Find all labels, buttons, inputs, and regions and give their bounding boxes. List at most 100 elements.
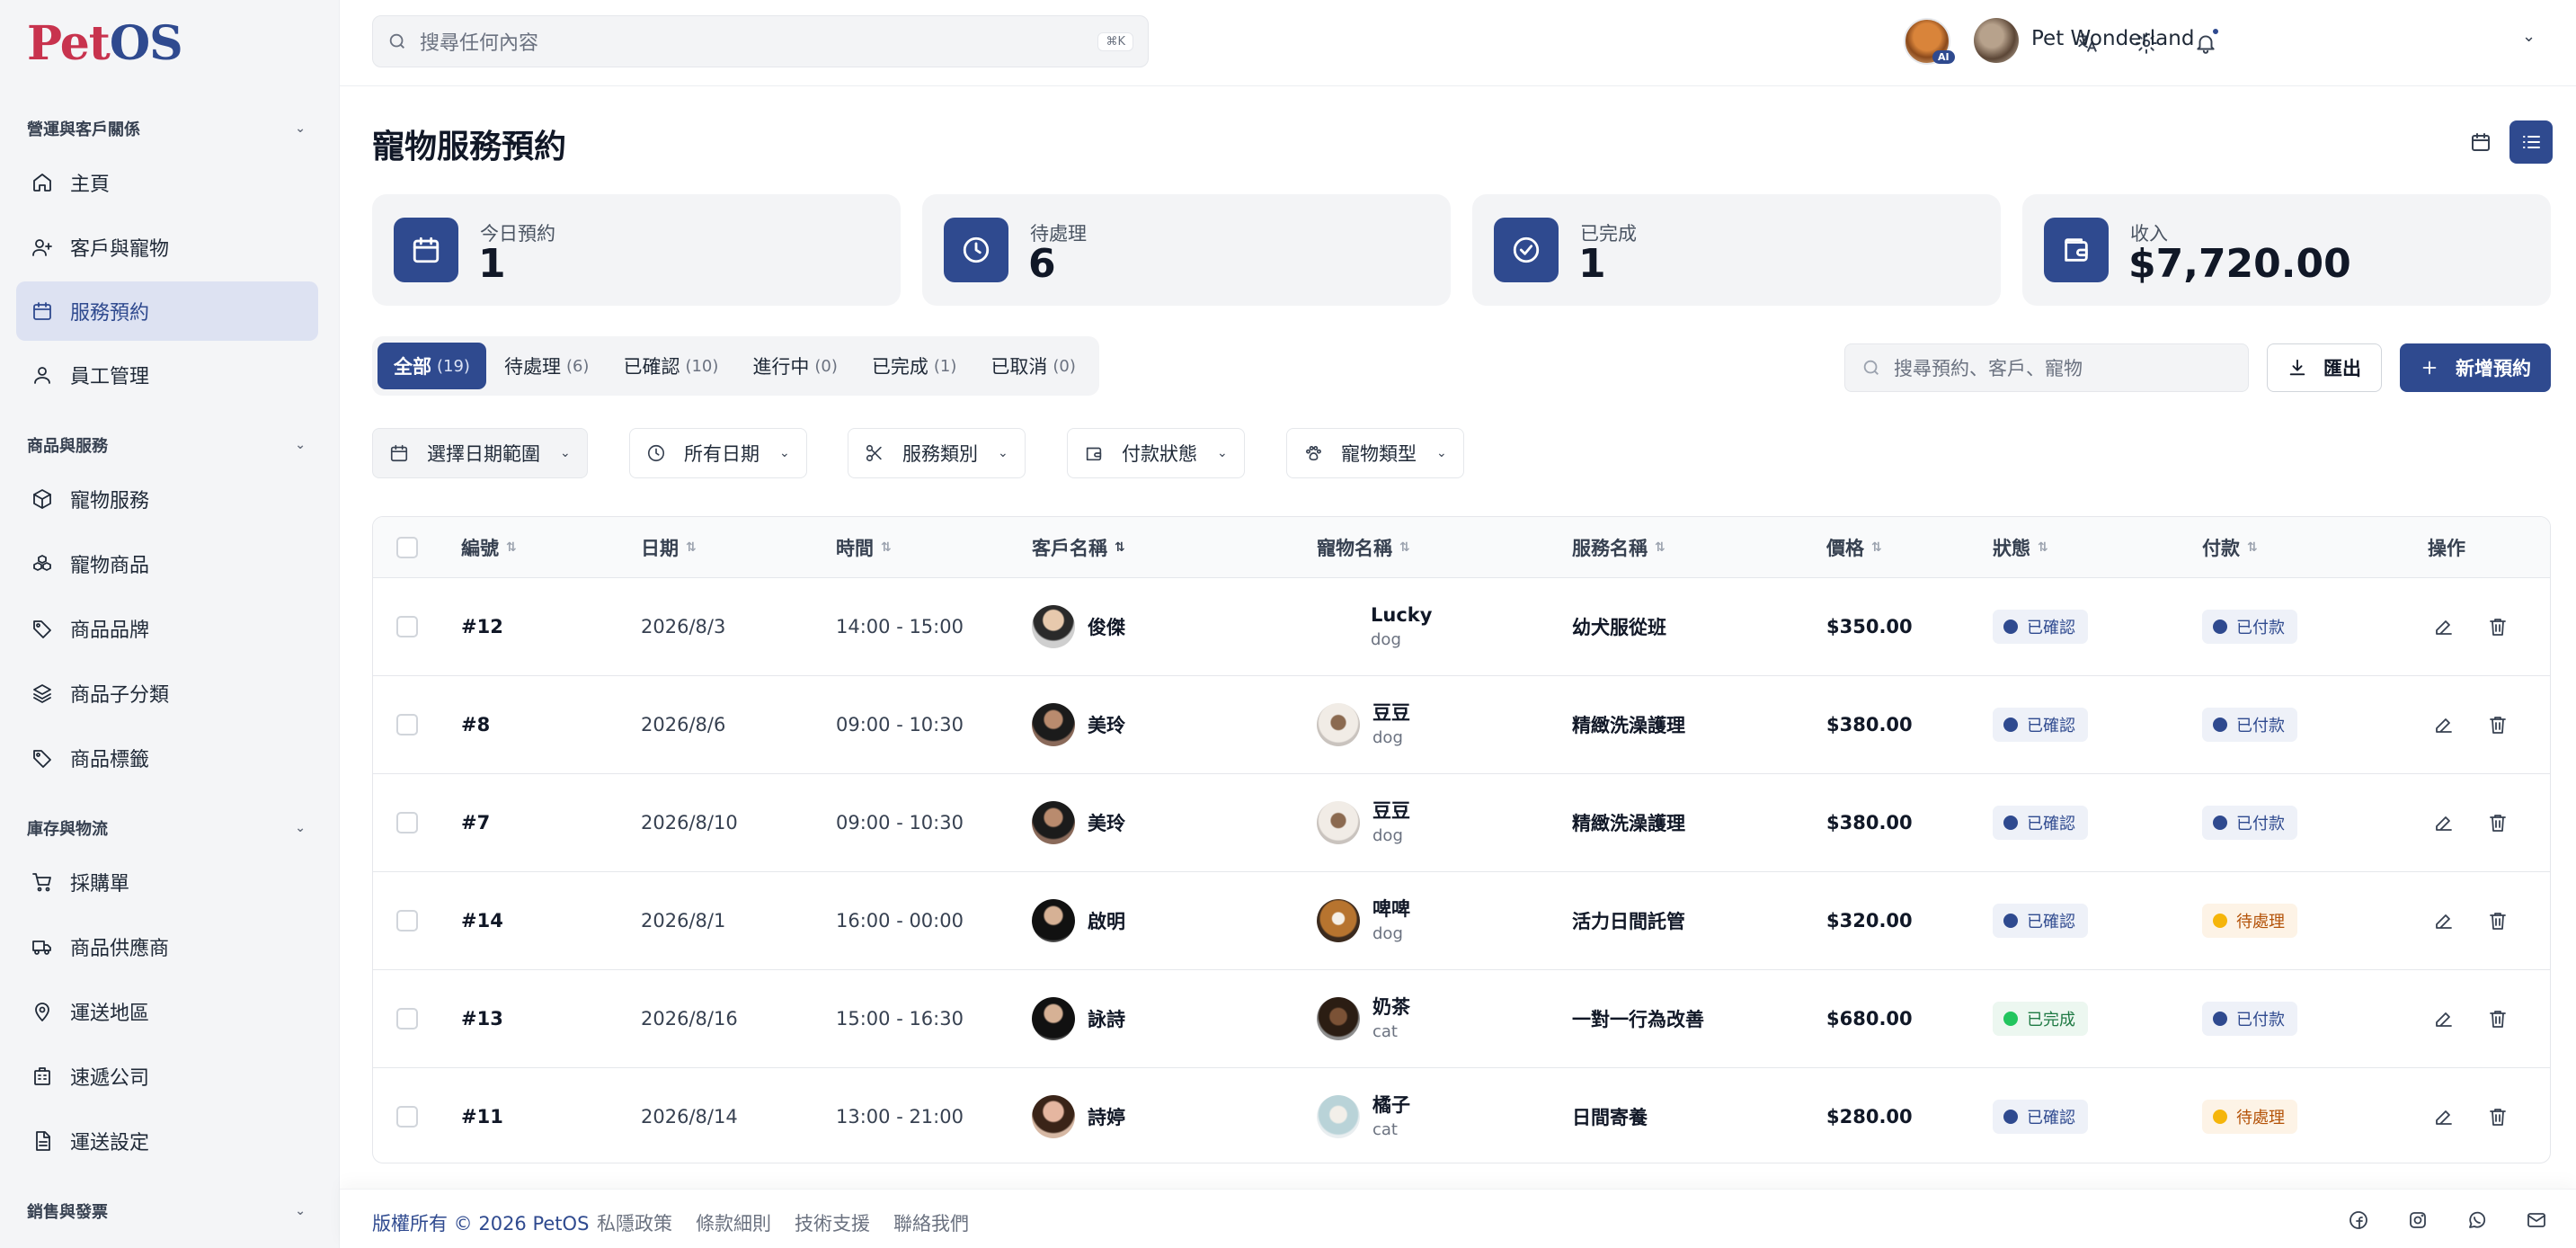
plus-icon <box>2422 361 2437 375</box>
sidebar-item-suppliers[interactable]: 商品供應商 <box>16 917 318 976</box>
section-header-logistics[interactable]: 庫存與物流 ⌄ <box>27 815 306 842</box>
list-view-button[interactable] <box>2509 120 2553 164</box>
row-checkbox[interactable] <box>396 812 418 833</box>
edit-icon[interactable] <box>2429 1102 2458 1131</box>
sidebar-item-pet-products[interactable]: 寵物商品 <box>16 534 318 593</box>
sidebar-item-shipping-zones[interactable]: 運送地區 <box>16 982 318 1041</box>
chevron-down-icon[interactable]: ⌄ <box>2522 27 2536 46</box>
petos-logo[interactable]: PetOS <box>27 16 183 71</box>
trash-icon[interactable] <box>2483 710 2512 739</box>
pet-cell[interactable]: 橘子 cat <box>1317 1068 1410 1163</box>
tab-cancelled[interactable]: 已取消 (0) <box>974 343 1092 389</box>
sidebar-item-couriers[interactable]: 速遞公司 <box>16 1047 318 1106</box>
section-header-products[interactable]: 商品與服務 ⌄ <box>27 432 306 459</box>
service-name: 精緻洗澡護理 <box>1572 715 1685 736</box>
table-row[interactable]: #11 2026/8/14 13:00 - 21:00 詩婷 橘子 cat 日間寄… <box>373 1068 2550 1163</box>
sidebar-item-customers[interactable]: 客戶與寵物 <box>16 218 318 277</box>
service-category-filter[interactable]: 服務類別 ⌄ <box>848 428 1026 478</box>
column-header-payment[interactable]: 付款 ⇅ <box>2202 517 2258 578</box>
table-row[interactable]: #7 2026/8/10 09:00 - 10:30 美玲 豆豆 dog 精緻洗澡… <box>373 774 2550 872</box>
edit-icon[interactable] <box>2429 1004 2458 1033</box>
select-all-checkbox[interactable] <box>396 537 418 558</box>
status-badge: 已確認 <box>1993 806 2088 840</box>
sidebar-item-pet-services[interactable]: 寵物服務 <box>16 469 318 529</box>
date-range-filter[interactable]: 選擇日期範圍 ⌄ <box>372 428 588 478</box>
pet-cell[interactable]: 啤啤 dog <box>1317 872 1410 969</box>
trash-icon[interactable] <box>2483 612 2512 641</box>
section-header-sales[interactable]: 銷售與發票 ⌄ <box>27 1198 306 1225</box>
tab-pending[interactable]: 待處理 (6) <box>488 343 606 389</box>
whatsapp-icon[interactable] <box>2465 1208 2490 1233</box>
row-checkbox[interactable] <box>396 1106 418 1128</box>
instagram-icon[interactable] <box>2405 1208 2430 1233</box>
column-header-id[interactable]: 編號 ⇅ <box>461 517 517 578</box>
edit-icon[interactable] <box>2429 808 2458 837</box>
tab-confirmed[interactable]: 已確認 (10) <box>607 343 734 389</box>
customer-cell[interactable]: 詠詩 <box>1032 970 1125 1067</box>
column-header-customer[interactable]: 客戶名稱 ⇅ <box>1032 517 1125 578</box>
pet-cell[interactable]: 豆豆 dog <box>1317 676 1410 773</box>
trash-icon[interactable] <box>2483 1004 2512 1033</box>
trash-icon[interactable] <box>2483 808 2512 837</box>
column-header-price[interactable]: 價格 ⇅ <box>1826 517 1882 578</box>
pet-type-filter[interactable]: 寵物類型 ⌄ <box>1286 428 1464 478</box>
pet-avatar <box>1317 1095 1360 1138</box>
sidebar-item-bookings[interactable]: 服務預約 <box>16 281 318 341</box>
user-avatar[interactable] <box>1974 18 2019 63</box>
table-row[interactable]: #12 2026/8/3 14:00 - 15:00 俊傑 Lucky dog 幼… <box>373 578 2550 676</box>
booking-search-input[interactable]: 搜尋預約、客戶、寵物 <box>1844 343 2249 392</box>
copyright[interactable]: 版權所有 © 2026 PetOS <box>372 1209 589 1236</box>
column-header-time[interactable]: 時間 ⇅ <box>836 517 892 578</box>
sidebar-item-shipping-settings[interactable]: 運送設定 <box>16 1111 318 1171</box>
pet-cell[interactable]: Lucky dog <box>1371 578 1432 675</box>
table-row[interactable]: #13 2026/8/16 15:00 - 16:30 詠詩 奶茶 cat 一對一… <box>373 970 2550 1068</box>
sidebar-item-purchase-orders[interactable]: 採購單 <box>16 852 318 912</box>
table-row[interactable]: #8 2026/8/6 09:00 - 10:30 美玲 豆豆 dog 精緻洗澡護… <box>373 676 2550 774</box>
chevron-down-icon: ⌄ <box>998 446 1008 460</box>
edit-icon[interactable] <box>2429 710 2458 739</box>
column-header-pet[interactable]: 寵物名稱 ⇅ <box>1317 517 1410 578</box>
footer-link-privacy[interactable]: 私隱政策 <box>597 1209 672 1236</box>
row-checkbox[interactable] <box>396 910 418 932</box>
tab-all[interactable]: 全部 (19) <box>378 343 486 389</box>
sidebar-item-tags[interactable]: 商品標籤 <box>16 728 318 788</box>
row-checkbox[interactable] <box>396 1008 418 1030</box>
user-name[interactable]: Pet Wonderland <box>2031 27 2194 50</box>
sidebar-item-subcategories[interactable]: 商品子分類 <box>16 664 318 723</box>
sidebar-item-staff[interactable]: 員工管理 <box>16 345 318 405</box>
pet-cell[interactable]: 奶茶 cat <box>1317 970 1410 1067</box>
row-checkbox[interactable] <box>396 714 418 735</box>
row-checkbox[interactable] <box>396 616 418 637</box>
trash-icon[interactable] <box>2483 1102 2512 1131</box>
customer-cell[interactable]: 俊傑 <box>1032 578 1125 675</box>
chevron-down-icon: ⌄ <box>779 446 790 460</box>
export-button[interactable]: 匯出 <box>2267 343 2382 392</box>
customer-cell[interactable]: 美玲 <box>1032 676 1125 773</box>
column-header-date[interactable]: 日期 ⇅ <box>641 517 697 578</box>
payment-status-filter[interactable]: 付款狀態 ⌄ <box>1067 428 1245 478</box>
footer-link-support[interactable]: 技術支援 <box>795 1209 870 1236</box>
footer-link-contact[interactable]: 聯絡我們 <box>893 1209 969 1236</box>
sidebar-item-home[interactable]: 主頁 <box>16 153 318 212</box>
new-booking-button[interactable]: 新增預約 <box>2400 343 2551 392</box>
column-header-service[interactable]: 服務名稱 ⇅ <box>1572 517 1666 578</box>
trash-icon[interactable] <box>2483 906 2512 935</box>
tab-completed[interactable]: 已完成 (1) <box>856 343 973 389</box>
section-header-operations[interactable]: 營運與客戶關係 ⌄ <box>27 115 306 142</box>
customer-cell[interactable]: 詩婷 <box>1032 1068 1125 1163</box>
sidebar-item-brands[interactable]: 商品品牌 <box>16 599 318 658</box>
column-header-status[interactable]: 狀態 ⇅ <box>1993 517 2048 578</box>
global-search-input[interactable]: 搜尋任何內容 ⌘K <box>372 15 1149 67</box>
customer-cell[interactable]: 美玲 <box>1032 774 1125 871</box>
customer-cell[interactable]: 啟明 <box>1032 872 1125 969</box>
pet-cell[interactable]: 豆豆 dog <box>1317 774 1410 871</box>
all-dates-filter[interactable]: 所有日期 ⌄ <box>629 428 807 478</box>
edit-icon[interactable] <box>2429 612 2458 641</box>
calendar-view-button[interactable] <box>2459 120 2502 164</box>
mail-icon[interactable] <box>2524 1208 2549 1233</box>
tab-in-progress[interactable]: 進行中 (0) <box>736 343 854 389</box>
table-row[interactable]: #14 2026/8/1 16:00 - 00:00 啟明 啤啤 dog 活力日間… <box>373 872 2550 970</box>
footer-link-terms[interactable]: 條款細則 <box>696 1209 771 1236</box>
edit-icon[interactable] <box>2429 906 2458 935</box>
facebook-icon[interactable] <box>2346 1208 2371 1233</box>
